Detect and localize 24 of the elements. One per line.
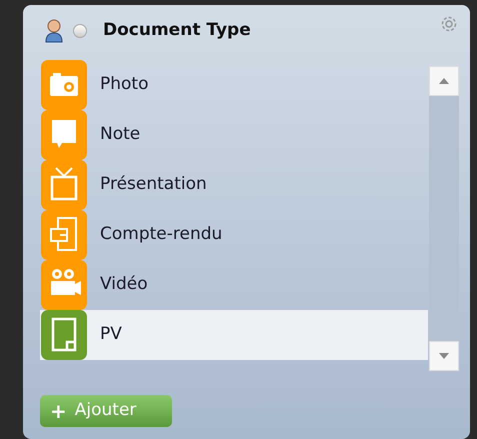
user-icon [43, 18, 65, 44]
list-item[interactable]: Note [40, 110, 428, 160]
list-item[interactable]: Présentation [40, 160, 428, 210]
list-item[interactable]: Compte-rendu [40, 210, 428, 260]
projector-icon [40, 260, 88, 310]
scroll-down-button[interactable] [429, 341, 459, 371]
settings-icon[interactable] [440, 15, 458, 33]
up-arrow-icon [439, 78, 449, 84]
scrollbar[interactable] [429, 66, 459, 371]
scroll-up-button[interactable] [429, 66, 459, 96]
item-label: Compte-rendu [100, 223, 222, 246]
item-label: Vidéo [100, 273, 148, 296]
item-label: Note [100, 123, 140, 146]
camera-icon [40, 60, 88, 110]
list-item[interactable]: Vidéo [40, 260, 428, 310]
list-item[interactable]: PV [40, 310, 428, 360]
list-item[interactable]: Photo [40, 60, 428, 110]
panel-title: Document Type [103, 19, 251, 42]
item-label: PV [100, 323, 122, 346]
radio-button[interactable] [73, 24, 87, 38]
item-label: Photo [100, 73, 148, 96]
page-icon [40, 310, 88, 360]
down-arrow-icon [439, 353, 449, 359]
item-label: Présentation [100, 173, 207, 196]
